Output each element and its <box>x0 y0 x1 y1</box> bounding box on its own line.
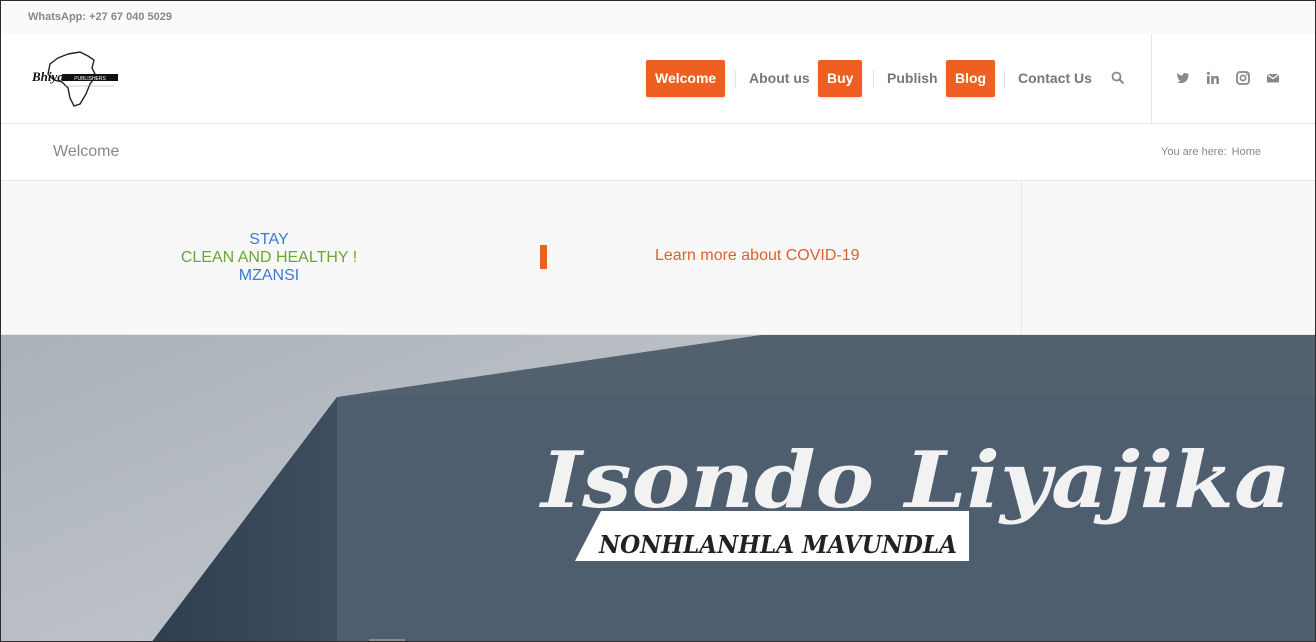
hero-book-cover: Isondo Liyajika NONHLANHLA MAVUNDLA <box>1 335 1315 641</box>
site-logo[interactable]: PUBLISHERS Bhiyoza <box>28 50 120 108</box>
nav-divider <box>735 70 736 88</box>
site-header: PUBLISHERS Bhiyoza Welcome About us Buy … <box>1 34 1315 124</box>
whatsapp-number: WhatsApp: +27 67 040 5029 <box>28 11 172 23</box>
mail-icon[interactable] <box>1266 71 1280 85</box>
linkedin-icon[interactable] <box>1206 71 1220 85</box>
book-author: NONHLANHLA MAVUNDLA <box>598 530 957 559</box>
nav-divider <box>1004 70 1005 88</box>
health-slogan: STAY CLEAN AND HEALTHY ! MZANSI <box>151 231 387 285</box>
slogan-line-3: MZANSI <box>238 267 300 284</box>
slogan-line-2: CLEAN AND HEALTHY ! <box>180 249 358 266</box>
nav-about-us[interactable]: About us <box>749 60 810 97</box>
breadcrumb: You are here: Home <box>1156 146 1261 158</box>
breadcrumb-prefix: You are here: <box>1161 146 1227 158</box>
logo-sub-text: PUBLISHERS <box>74 76 106 82</box>
logo-text: Bhiyoza <box>31 69 76 84</box>
nav-buy[interactable]: Buy <box>818 60 863 97</box>
nav-publish[interactable]: Publish <box>887 60 938 97</box>
page-frame: WhatsApp: +27 67 040 5029 PUBLISHERS Bhi… <box>0 0 1316 642</box>
nav-blog[interactable]: Blog <box>946 60 996 97</box>
instagram-icon[interactable] <box>1236 71 1250 85</box>
banner-column-divider <box>1021 181 1022 334</box>
header-divider <box>1151 34 1152 123</box>
covid-banner: STAY CLEAN AND HEALTHY ! MZANSI Learn mo… <box>1 181 1315 335</box>
page-title[interactable]: Welcome <box>53 143 119 161</box>
accent-bar <box>540 245 547 269</box>
nav-contact-us[interactable]: Contact Us <box>1018 60 1092 97</box>
slogan-line-1: STAY <box>249 231 289 248</box>
book-title-art: Isondo Liyajika NONHLANHLA MAVUNDLA <box>539 435 1291 561</box>
search-icon[interactable] <box>1111 71 1125 85</box>
top-bar: WhatsApp: +27 67 040 5029 <box>1 1 1315 35</box>
twitter-icon[interactable] <box>1176 71 1190 85</box>
nav-welcome[interactable]: Welcome <box>646 60 726 97</box>
book-title: Isondo Liyajika <box>539 435 1291 526</box>
page-title-bar: Welcome You are here: Home <box>1 124 1315 181</box>
covid-info-link[interactable]: Learn more about COVID-19 <box>655 247 860 265</box>
breadcrumb-home-link[interactable]: Home <box>1232 146 1261 158</box>
nav-divider <box>873 70 874 88</box>
